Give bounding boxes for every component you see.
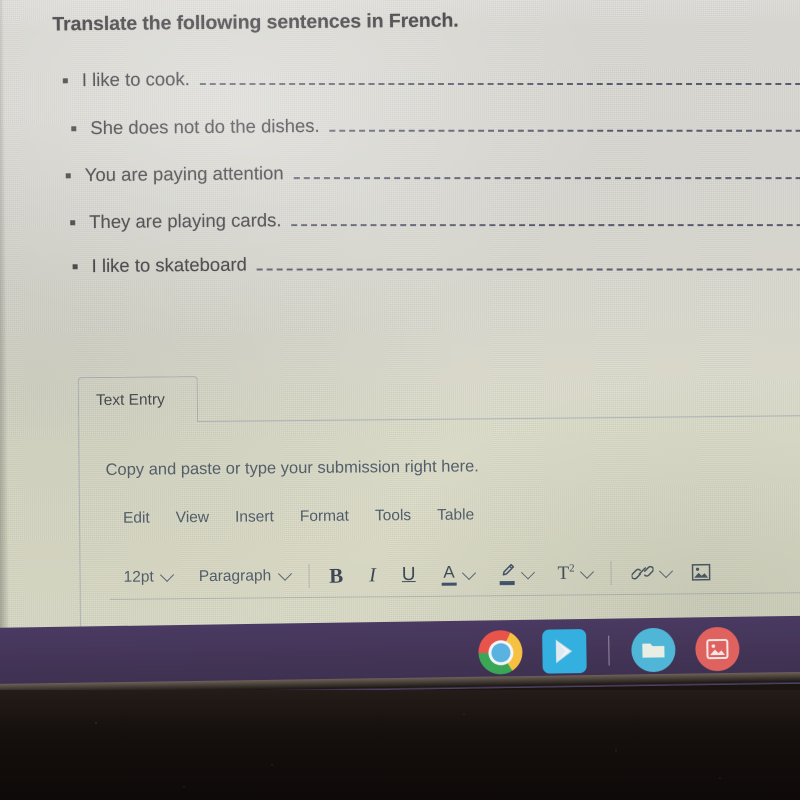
underline-icon: U: [401, 563, 416, 586]
text-color-icon: A: [441, 562, 457, 586]
list-item: I like to cook.: [62, 58, 800, 95]
chevron-down-icon: [160, 567, 175, 583]
chevron-down-icon: [520, 565, 536, 580]
tab-label: Text Entry: [95, 390, 165, 409]
answer-blank-line[interactable]: [330, 113, 800, 134]
italic-icon: I: [369, 563, 376, 586]
chevron-down-icon: [277, 566, 292, 581]
menu-item-format[interactable]: Format: [300, 508, 349, 526]
link-icon: [631, 564, 654, 582]
folder-icon: [642, 643, 665, 658]
menu-item-tools[interactable]: Tools: [375, 507, 411, 525]
bullet-marker-icon: [62, 77, 68, 83]
toolbar-separator: [610, 561, 612, 586]
sentence-text: I like to cook.: [81, 68, 190, 91]
menu-item-view[interactable]: View: [176, 509, 209, 527]
superscript-icon: T2: [557, 562, 574, 584]
text-entry-panel: Text Entry Copy and paste or type your s…: [77, 370, 800, 630]
block-format-value: Paragraph: [198, 567, 272, 586]
sentence-text: I like to skateboard: [91, 253, 247, 277]
sentence-text: They are playing cards.: [89, 209, 282, 233]
highlighter-icon: [498, 563, 515, 585]
laptop-screen: Translate the following sentences in Fre…: [0, 0, 800, 642]
dock-item-gallery[interactable]: [695, 626, 740, 680]
highlight-color-swatch: [499, 581, 515, 585]
sentence-text: She does not do the dishes.: [90, 114, 320, 139]
dock-item-files[interactable]: [631, 627, 676, 681]
desk-surface: [0, 690, 800, 800]
answer-blank-line[interactable]: [294, 160, 800, 181]
play-store-icon: [555, 639, 573, 664]
bullet-marker-icon: [70, 219, 76, 225]
dock-icon-list: [478, 626, 740, 681]
chevron-down-icon: [659, 564, 674, 579]
editor-menubar: Edit View Insert Format Tools Table: [123, 506, 474, 527]
list-item: I like to skateboard: [72, 244, 800, 281]
toolbar-separator: [308, 564, 310, 589]
underline-button[interactable]: U: [402, 564, 416, 586]
font-size-dropdown[interactable]: 12pt: [123, 567, 175, 586]
desk-texture: [0, 690, 800, 800]
image-button[interactable]: [691, 563, 712, 581]
answer-blank-line[interactable]: [257, 251, 800, 272]
screenshot-root: Translate the following sentences in Fre…: [0, 0, 800, 800]
answer-blank-line[interactable]: [200, 65, 800, 87]
panel-top-border: [198, 415, 800, 423]
bold-button[interactable]: B: [329, 563, 343, 588]
list-item: They are playing cards.: [70, 200, 800, 237]
sentence-text: You are paying attention: [84, 162, 284, 186]
superscript-exponent: 2: [569, 562, 575, 575]
link-button[interactable]: [631, 564, 674, 582]
dock-item-chrome[interactable]: [478, 629, 523, 675]
submission-placeholder: Copy and paste or type your submission r…: [105, 457, 479, 479]
bold-icon: B: [329, 563, 344, 588]
worksheet-page: Translate the following sentences in Fre…: [0, 0, 800, 630]
font-size-value: 12pt: [123, 568, 154, 586]
menu-item-table[interactable]: Table: [437, 506, 474, 524]
dock-separator: [608, 635, 610, 666]
answer-blank-line[interactable]: [291, 207, 800, 228]
tab-text-entry[interactable]: Text Entry: [77, 376, 199, 424]
gallery-image-icon: [706, 638, 729, 660]
block-format-dropdown[interactable]: Paragraph: [198, 566, 292, 586]
list-item: You are paying attention: [65, 153, 800, 190]
highlight-color-button[interactable]: [498, 563, 536, 585]
bullet-marker-icon: [65, 172, 71, 178]
italic-button[interactable]: I: [369, 564, 376, 587]
bullet-marker-icon: [71, 125, 77, 131]
chevron-down-icon: [461, 565, 477, 581]
panel-left-border: [78, 423, 82, 630]
text-color-letter: A: [443, 562, 455, 582]
editor-toolbar: 12pt Paragraph B I U A T2: [123, 554, 800, 595]
superscript-base: T: [557, 562, 570, 584]
menu-item-insert[interactable]: Insert: [235, 508, 274, 526]
menu-item-edit[interactable]: Edit: [123, 510, 150, 528]
list-item: She does not do the dishes.: [71, 106, 800, 143]
text-color-swatch: [441, 582, 457, 586]
chevron-down-icon: [580, 564, 595, 579]
image-icon: [691, 563, 712, 581]
superscript-button[interactable]: T2: [557, 562, 595, 585]
bullet-marker-icon: [72, 263, 78, 269]
dock-item-play-store[interactable]: [542, 629, 587, 674]
text-color-button[interactable]: A: [441, 562, 477, 586]
page-title: Translate the following sentences in Fre…: [52, 9, 459, 36]
